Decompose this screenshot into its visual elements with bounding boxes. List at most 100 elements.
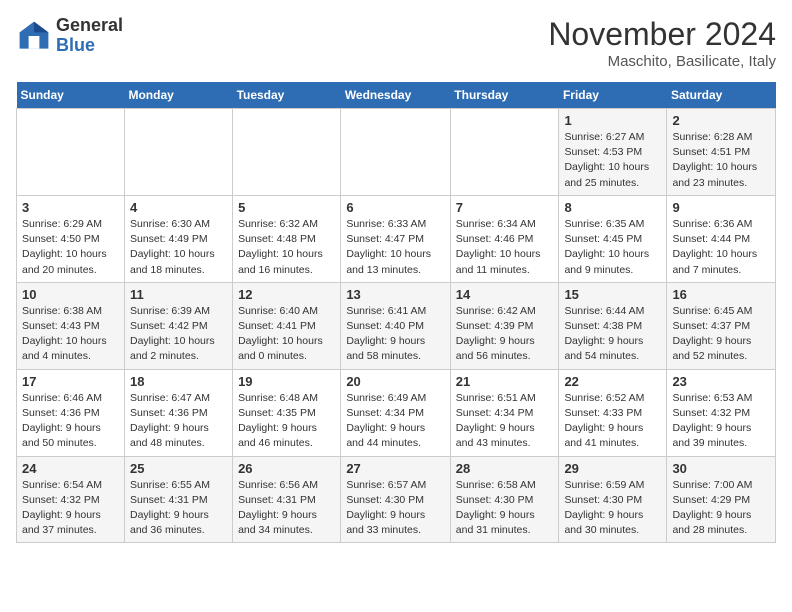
day-info: Sunrise: 6:30 AM Sunset: 4:49 PM Dayligh… — [130, 217, 227, 278]
day-number: 3 — [22, 200, 119, 215]
day-info: Sunrise: 6:52 AM Sunset: 4:33 PM Dayligh… — [564, 391, 661, 452]
calendar-table: SundayMondayTuesdayWednesdayThursdayFrid… — [16, 82, 776, 543]
calendar-week-row: 3 Sunrise: 6:29 AM Sunset: 4:50 PM Daylig… — [17, 195, 776, 282]
day-info: Sunrise: 6:32 AM Sunset: 4:48 PM Dayligh… — [238, 217, 335, 278]
day-number: 24 — [22, 461, 119, 476]
day-info: Sunrise: 6:55 AM Sunset: 4:31 PM Dayligh… — [130, 478, 227, 539]
calendar-cell: 24Sunrise: 6:54 AM Sunset: 4:32 PM Dayli… — [17, 456, 125, 543]
day-info: Sunrise: 6:57 AM Sunset: 4:30 PM Dayligh… — [346, 478, 444, 539]
weekday-header: Tuesday — [233, 82, 341, 109]
day-number: 7 — [456, 200, 554, 215]
day-number: 26 — [238, 461, 335, 476]
day-info: Sunrise: 6:33 AM Sunset: 4:47 PM Dayligh… — [346, 217, 444, 278]
weekday-header: Monday — [124, 82, 232, 109]
calendar-cell: 18 Sunrise: 6:47 AM Sunset: 4:36 PM Dayli… — [124, 369, 232, 456]
day-info: Sunrise: 6:29 AM Sunset: 4:50 PM Dayligh… — [22, 217, 119, 278]
weekday-header: Sunday — [17, 82, 125, 109]
day-number: 12 — [238, 287, 335, 302]
day-number: 15 — [564, 287, 661, 302]
day-number: 29 — [564, 461, 661, 476]
calendar-cell: 2 Sunrise: 6:28 AM Sunset: 4:51 PM Daylig… — [667, 109, 776, 196]
calendar-cell: 7Sunrise: 6:34 AM Sunset: 4:46 PM Daylig… — [450, 195, 559, 282]
calendar-cell: 19 Sunrise: 6:48 AM Sunset: 4:35 PM Dayli… — [233, 369, 341, 456]
location: Maschito, Basilicate, Italy — [548, 53, 776, 70]
day-info: Sunrise: 6:28 AM Sunset: 4:51 PM Dayligh… — [672, 130, 770, 191]
day-info: Sunrise: 6:59 AM Sunset: 4:30 PM Dayligh… — [564, 478, 661, 539]
calendar-cell: 25 Sunrise: 6:55 AM Sunset: 4:31 PM Dayli… — [124, 456, 232, 543]
day-number: 25 — [130, 461, 227, 476]
calendar-cell — [450, 109, 559, 196]
calendar-cell: 13Sunrise: 6:41 AM Sunset: 4:40 PM Dayli… — [341, 282, 450, 369]
calendar-cell: 11 Sunrise: 6:39 AM Sunset: 4:42 PM Dayli… — [124, 282, 232, 369]
day-number: 2 — [672, 113, 770, 128]
weekday-header: Saturday — [667, 82, 776, 109]
day-number: 28 — [456, 461, 554, 476]
calendar-cell: 14 Sunrise: 6:42 AM Sunset: 4:39 PM Dayli… — [450, 282, 559, 369]
calendar-cell: 26 Sunrise: 6:56 AM Sunset: 4:31 PM Dayli… — [233, 456, 341, 543]
weekday-header: Friday — [559, 82, 667, 109]
logo-blue: Blue — [56, 35, 95, 55]
day-info: Sunrise: 6:27 AM Sunset: 4:53 PM Dayligh… — [564, 130, 661, 191]
calendar-cell: 21Sunrise: 6:51 AM Sunset: 4:34 PM Dayli… — [450, 369, 559, 456]
title-block: November 2024 Maschito, Basilicate, Ital… — [548, 16, 776, 70]
calendar-cell: 5Sunrise: 6:32 AM Sunset: 4:48 PM Daylig… — [233, 195, 341, 282]
calendar-cell: 16Sunrise: 6:45 AM Sunset: 4:37 PM Dayli… — [667, 282, 776, 369]
calendar-week-row: 1 Sunrise: 6:27 AM Sunset: 4:53 PM Daylig… — [17, 109, 776, 196]
calendar-cell: 27 Sunrise: 6:57 AM Sunset: 4:30 PM Dayli… — [341, 456, 450, 543]
day-info: Sunrise: 6:40 AM Sunset: 4:41 PM Dayligh… — [238, 304, 335, 365]
day-info: Sunrise: 6:42 AM Sunset: 4:39 PM Dayligh… — [456, 304, 554, 365]
day-number: 30 — [672, 461, 770, 476]
day-number: 4 — [130, 200, 227, 215]
day-number: 17 — [22, 374, 119, 389]
calendar-cell — [233, 109, 341, 196]
day-info: Sunrise: 6:51 AM Sunset: 4:34 PM Dayligh… — [456, 391, 554, 452]
calendar-cell: 8 Sunrise: 6:35 AM Sunset: 4:45 PM Daylig… — [559, 195, 667, 282]
day-info: Sunrise: 6:44 AM Sunset: 4:38 PM Dayligh… — [564, 304, 661, 365]
day-number: 1 — [564, 113, 661, 128]
day-number: 14 — [456, 287, 554, 302]
calendar-cell: 1 Sunrise: 6:27 AM Sunset: 4:53 PM Daylig… — [559, 109, 667, 196]
day-info: Sunrise: 6:39 AM Sunset: 4:42 PM Dayligh… — [130, 304, 227, 365]
calendar-cell: 20 Sunrise: 6:49 AM Sunset: 4:34 PM Dayli… — [341, 369, 450, 456]
day-number: 11 — [130, 287, 227, 302]
weekday-header-row: SundayMondayTuesdayWednesdayThursdayFrid… — [17, 82, 776, 109]
calendar-cell: 28Sunrise: 6:58 AM Sunset: 4:30 PM Dayli… — [450, 456, 559, 543]
calendar-cell: 17 Sunrise: 6:46 AM Sunset: 4:36 PM Dayli… — [17, 369, 125, 456]
day-number: 19 — [238, 374, 335, 389]
day-number: 9 — [672, 200, 770, 215]
calendar-cell: 3 Sunrise: 6:29 AM Sunset: 4:50 PM Daylig… — [17, 195, 125, 282]
day-info: Sunrise: 6:45 AM Sunset: 4:37 PM Dayligh… — [672, 304, 770, 365]
month-title: November 2024 — [548, 16, 776, 53]
day-number: 27 — [346, 461, 444, 476]
day-info: Sunrise: 7:00 AM Sunset: 4:29 PM Dayligh… — [672, 478, 770, 539]
calendar-cell: 9 Sunrise: 6:36 AM Sunset: 4:44 PM Daylig… — [667, 195, 776, 282]
day-number: 8 — [564, 200, 661, 215]
calendar-cell — [17, 109, 125, 196]
calendar-cell: 23Sunrise: 6:53 AM Sunset: 4:32 PM Dayli… — [667, 369, 776, 456]
day-number: 20 — [346, 374, 444, 389]
weekday-header: Thursday — [450, 82, 559, 109]
calendar-cell: 12 Sunrise: 6:40 AM Sunset: 4:41 PM Dayli… — [233, 282, 341, 369]
day-info: Sunrise: 6:36 AM Sunset: 4:44 PM Dayligh… — [672, 217, 770, 278]
calendar-cell: 4 Sunrise: 6:30 AM Sunset: 4:49 PM Daylig… — [124, 195, 232, 282]
page-header: General Blue November 2024 Maschito, Bas… — [16, 16, 776, 70]
day-info: Sunrise: 6:48 AM Sunset: 4:35 PM Dayligh… — [238, 391, 335, 452]
day-info: Sunrise: 6:47 AM Sunset: 4:36 PM Dayligh… — [130, 391, 227, 452]
weekday-header: Wednesday — [341, 82, 450, 109]
logo-general: General — [56, 15, 123, 35]
day-info: Sunrise: 6:53 AM Sunset: 4:32 PM Dayligh… — [672, 391, 770, 452]
calendar-week-row: 17 Sunrise: 6:46 AM Sunset: 4:36 PM Dayli… — [17, 369, 776, 456]
calendar-week-row: 24Sunrise: 6:54 AM Sunset: 4:32 PM Dayli… — [17, 456, 776, 543]
calendar-week-row: 10Sunrise: 6:38 AM Sunset: 4:43 PM Dayli… — [17, 282, 776, 369]
day-info: Sunrise: 6:56 AM Sunset: 4:31 PM Dayligh… — [238, 478, 335, 539]
day-info: Sunrise: 6:35 AM Sunset: 4:45 PM Dayligh… — [564, 217, 661, 278]
calendar-cell: 6Sunrise: 6:33 AM Sunset: 4:47 PM Daylig… — [341, 195, 450, 282]
day-number: 10 — [22, 287, 119, 302]
day-info: Sunrise: 6:46 AM Sunset: 4:36 PM Dayligh… — [22, 391, 119, 452]
calendar-cell: 15 Sunrise: 6:44 AM Sunset: 4:38 PM Dayli… — [559, 282, 667, 369]
day-number: 22 — [564, 374, 661, 389]
calendar-cell: 30 Sunrise: 7:00 AM Sunset: 4:29 PM Dayli… — [667, 456, 776, 543]
day-info: Sunrise: 6:49 AM Sunset: 4:34 PM Dayligh… — [346, 391, 444, 452]
day-number: 18 — [130, 374, 227, 389]
calendar-cell — [341, 109, 450, 196]
